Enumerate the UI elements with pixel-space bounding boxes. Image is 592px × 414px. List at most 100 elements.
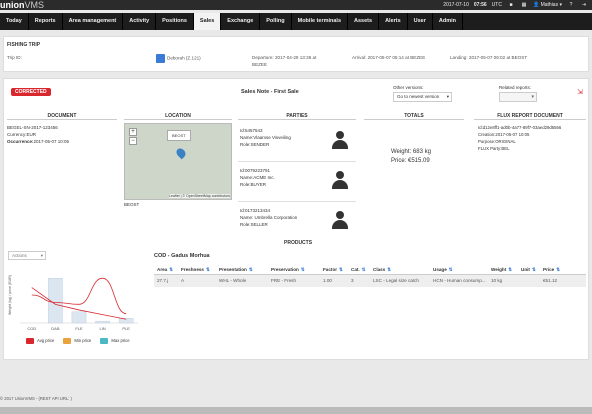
legend-max[interactable]: Max price: [100, 338, 130, 344]
x-tick-label: LIN: [99, 326, 105, 331]
taskbar: [0, 407, 592, 414]
other-versions-select[interactable]: Go to newest version ▾: [393, 92, 452, 102]
time-label: 07:56: [473, 2, 487, 8]
column-header[interactable]: Cat. ⇅: [348, 264, 370, 274]
map-tooltip: BEOST: [167, 130, 191, 141]
logout-icon[interactable]: ⇥: [580, 1, 588, 9]
note-title: Sales Note - First Sale: [241, 89, 299, 95]
trip-landing: Landing: 2017-05-07 06:02 at BEOST: [450, 55, 528, 60]
legend-avg[interactable]: Avg price: [26, 338, 54, 344]
table-cell: €51.12: [543, 278, 558, 283]
table-cell: FRE - Fresh: [271, 278, 297, 283]
vessel-link[interactable]: Deborah (Z.121): [156, 54, 201, 63]
document-id: BEGEL-SN-2017-123456: [7, 125, 58, 130]
column-header[interactable]: Area ⇅: [154, 264, 178, 274]
app-logo[interactable]: unionVMS: [0, 0, 44, 10]
related-reports-label: Related reports:: [499, 85, 532, 90]
nav-item-alerts[interactable]: Alerts: [379, 13, 408, 30]
sort-icon: ⇅: [387, 267, 392, 272]
column-header[interactable]: Unit ⇅: [518, 264, 540, 274]
y-axis-label: Weight (kg) / price (EUR): [8, 275, 12, 315]
party-item: Id:5457543 Name:Vlaamse Visveiling Role:SE…: [238, 123, 356, 162]
nav-item-positions[interactable]: Positions: [156, 13, 194, 30]
x-tick-label: COD: [27, 326, 36, 331]
sales-note-panel: CORRECTED Sales Note - First Sale Other …: [3, 78, 589, 360]
column-header[interactable]: Usage ⇅: [430, 264, 488, 274]
species-title: COD - Gadus Morhua: [154, 253, 210, 259]
help-icon[interactable]: ?: [567, 1, 575, 9]
user-menu[interactable]: 👤 Mathias ▾: [533, 1, 562, 9]
table-cell: HCN - Human consump...: [433, 278, 486, 283]
nav-item-area-management[interactable]: Area management: [63, 13, 124, 30]
column-header[interactable]: Price ⇅: [540, 264, 584, 274]
table-cell: WHL - Whole: [219, 278, 247, 283]
table-row[interactable]: 27.7.j A WHL - Whole FRE - Fresh 1.00 3 LSC - …: [154, 275, 586, 287]
table-cell: 27.7.j: [157, 278, 169, 283]
column-header[interactable]: Factor ⇅: [320, 264, 348, 274]
actions-dropdown[interactable]: Actions ▾: [8, 251, 46, 260]
nav-item-activity[interactable]: Activity: [123, 13, 157, 30]
sort-icon: ⇅: [448, 267, 453, 272]
bar-min-FLE: [71, 311, 87, 324]
nav-item-admin[interactable]: Admin: [433, 13, 464, 30]
column-header[interactable]: Class ⇅: [370, 264, 430, 274]
x-tick-label: DAB: [51, 326, 60, 331]
sort-icon: ⇅: [339, 267, 343, 272]
zoom-in-button[interactable]: +: [129, 128, 137, 136]
nav-item-sales[interactable]: Sales: [193, 13, 222, 30]
person-icon: [332, 131, 348, 149]
location-map[interactable]: + − BEOST Leaflet | © OpenStreetMap cont…: [124, 123, 232, 200]
sort-icon: ⇅: [531, 267, 536, 272]
sort-icon: ⇅: [248, 267, 253, 272]
top-right: 2017-07-10 07:56 UTC ■ ▦ 👤 Mathias ▾ ? ⇥: [443, 1, 588, 9]
avg-price-curve: [31, 277, 127, 315]
sort-icon: ⇅: [169, 267, 174, 272]
flag-icon[interactable]: ▦: [520, 1, 528, 9]
map-attribution[interactable]: Leaflet | © OpenStreetMap contributors: [169, 194, 230, 198]
trip-id: Trip ID:: [7, 55, 22, 60]
divider: [238, 119, 356, 120]
sort-icon: ⇅: [205, 267, 210, 272]
top-bar: unionVMS 2017-07-10 07:56 UTC ■ ▦ 👤 Math…: [0, 0, 592, 10]
flux-details: Id:d12e8ff1-ad0b-4a77-89f7-03aed29d5566 C…: [478, 125, 562, 151]
tz-label: UTC: [491, 2, 502, 8]
related-reports-select[interactable]: [499, 92, 537, 102]
trip-departure: Departure: 2017-04-29 13:36 at BEZEE: [252, 55, 317, 67]
column-header[interactable]: Preservation ⇅: [268, 264, 320, 274]
legend-min[interactable]: Min price: [63, 338, 91, 344]
map-pin-icon[interactable]: [174, 146, 188, 160]
nav-item-mobile-terminals[interactable]: Mobile terminals: [292, 13, 349, 30]
table-cell: A: [181, 278, 185, 283]
nav-item-user[interactable]: User: [408, 13, 433, 30]
products-table: Area ⇅ Freshness ⇅ Presentation ⇅ Preservation…: [154, 264, 586, 287]
table-cell: 1.00: [323, 278, 332, 283]
zoom-out-button[interactable]: −: [129, 137, 137, 145]
price-chart: Weight (kg) / price (EUR) COD DAB FLE LIN PLE: [8, 275, 138, 331]
sort-icon: ⇅: [508, 267, 513, 272]
date-label: 2017-07-10: [443, 2, 469, 8]
x-tick-label: FLE: [75, 326, 83, 331]
nav-item-polling[interactable]: Polling: [260, 13, 292, 30]
lock-icon[interactable]: ■: [507, 1, 515, 9]
table-cell: LSC - Legal size catch: [373, 278, 419, 283]
table-cell: [518, 275, 540, 287]
column-header[interactable]: Presentation ⇅: [216, 264, 268, 274]
vessel-icon: [156, 54, 165, 63]
nav-item-reports[interactable]: Reports: [29, 13, 63, 30]
products-header: PRODUCTS: [284, 240, 313, 246]
divider: [7, 119, 117, 120]
table-cell: 3: [351, 278, 354, 283]
table-body: 27.7.j A WHL - Whole FRE - Fresh 1.00 3 LSC - …: [154, 275, 586, 287]
footer: © 2017 UnionVMS - (REST API URL: ): [0, 396, 72, 401]
total-weight: Weight: 683 kg: [391, 149, 431, 155]
nav-item-exchange[interactable]: Exchange: [221, 13, 261, 30]
divider: [364, 119, 464, 120]
export-icon[interactable]: ⇲: [577, 88, 583, 96]
nav-item-today[interactable]: Today: [0, 13, 29, 30]
divider: [124, 119, 232, 120]
bar-min-LIN: [95, 320, 110, 324]
sort-icon: ⇅: [300, 267, 305, 272]
column-header[interactable]: Weight ⇅: [488, 264, 518, 274]
nav-item-assets[interactable]: Assets: [348, 13, 380, 30]
column-header[interactable]: Freshness ⇅: [178, 264, 216, 274]
